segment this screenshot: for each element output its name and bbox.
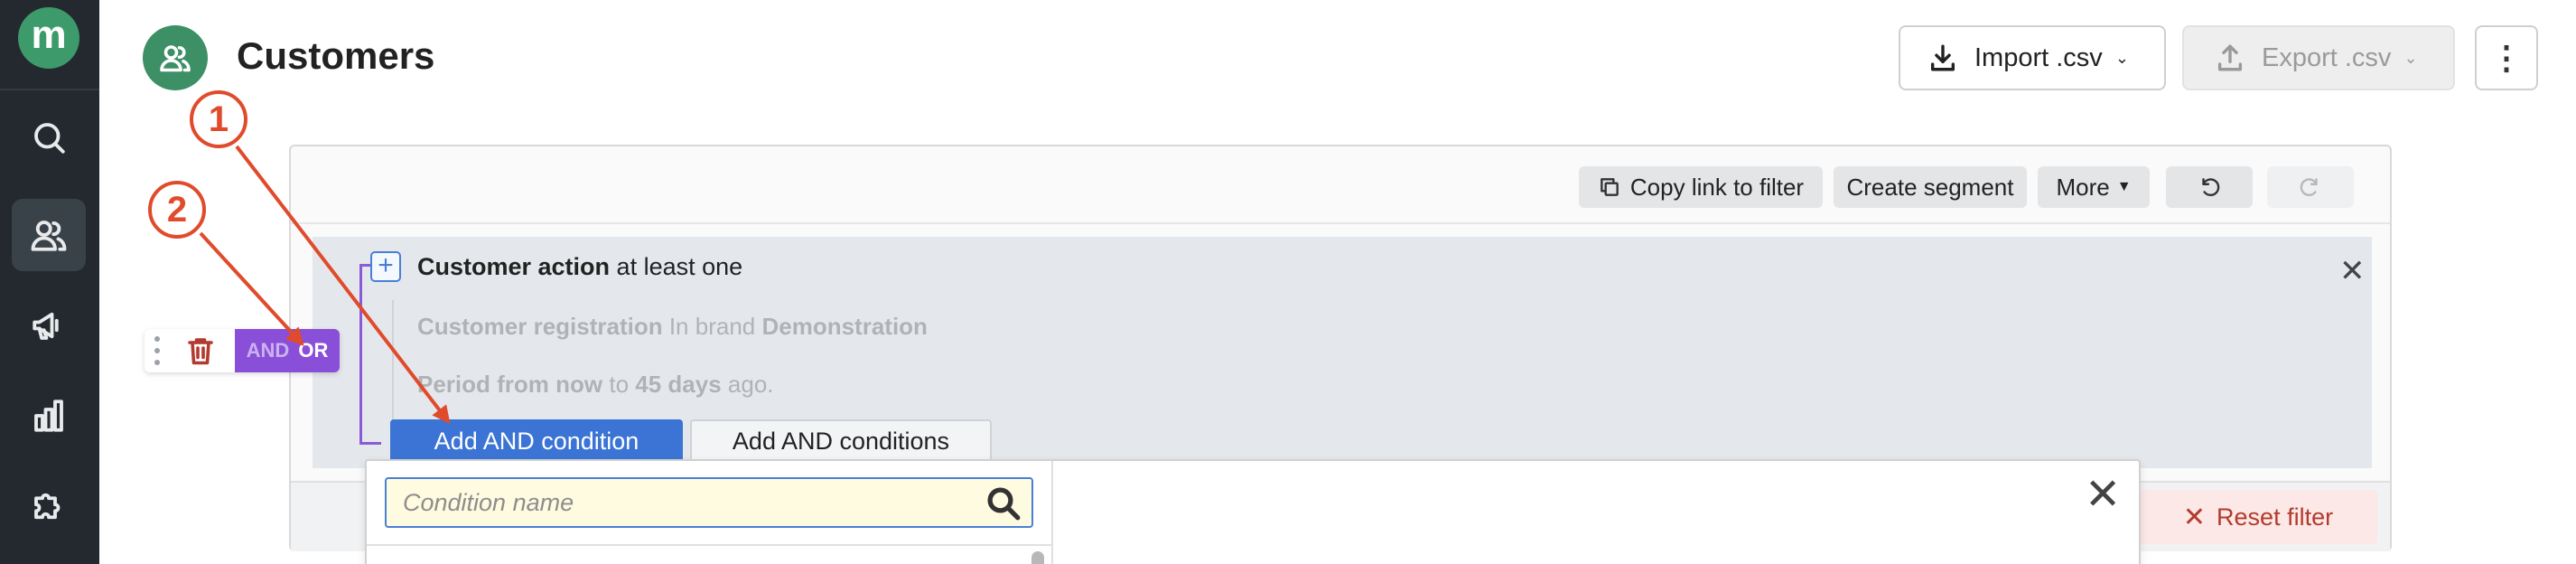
- badge-2-label: 2: [166, 189, 188, 230]
- and-option[interactable]: AND: [247, 339, 290, 362]
- undo-button[interactable]: [2166, 166, 2253, 208]
- megaphone-icon: [33, 312, 59, 340]
- event-brand-prefix: In brand: [662, 313, 762, 340]
- event-brand: Demonstration: [761, 313, 928, 340]
- copy-link-label: Copy link to filter: [1629, 173, 1805, 201]
- chevron-down-icon: ⌄: [2114, 48, 2129, 67]
- scrollbar-thumb[interactable]: [1031, 551, 1044, 564]
- chevron-down-icon: ⌄: [2403, 48, 2418, 67]
- copy-link-button[interactable]: Copy link to filter: [1579, 166, 1823, 208]
- create-segment-button[interactable]: Create segment: [1834, 166, 2027, 208]
- add-and-condition-label: Add AND condition: [434, 427, 639, 455]
- condition-group: + Customer action at least one Customer …: [313, 237, 2372, 468]
- more-label: More: [2056, 173, 2110, 201]
- condition-detail-period: Period from now to 45 days ago.: [417, 371, 774, 399]
- kebab-menu-icon: ⋮: [2490, 39, 2523, 76]
- import-csv-button[interactable]: Import .csv ⌄: [1899, 25, 2166, 90]
- add-and-condition-button[interactable]: Add AND condition: [390, 419, 683, 463]
- caret-down-icon: ▼: [2116, 179, 2132, 194]
- condition-picker-list: [367, 461, 1053, 564]
- page-title: Customers: [237, 34, 435, 77]
- annotation-badge-2: 2: [148, 181, 206, 239]
- event-name: Customer registration: [417, 313, 663, 340]
- expand-plus-icon[interactable]: +: [370, 251, 401, 282]
- import-csv-label: Import .csv: [1974, 42, 2103, 72]
- tree-line: [392, 300, 394, 437]
- close-icon: ✕: [2182, 502, 2207, 532]
- more-dropdown-button[interactable]: More ▼: [2038, 166, 2150, 208]
- reset-filter-label: Reset filter: [2217, 503, 2334, 531]
- toolbar-divider: [291, 222, 2390, 224]
- annotation-badge-1: 1: [190, 90, 247, 148]
- nav-item-campaigns[interactable]: [12, 289, 86, 362]
- period-suffix: ago.: [721, 371, 774, 398]
- nav-item-integrations[interactable]: [12, 470, 86, 542]
- users-icon: [31, 221, 67, 251]
- create-segment-label: Create segment: [1846, 173, 2014, 201]
- search-icon: [34, 123, 65, 154]
- period-to: to: [602, 371, 636, 398]
- period-value: 45 days: [635, 371, 722, 398]
- condition-search-input[interactable]: [385, 477, 1033, 528]
- copy-icon: [1601, 178, 1619, 196]
- condition-quantifier: at least one: [610, 253, 743, 280]
- period-label: Period from now: [417, 371, 603, 398]
- app-logo[interactable]: m: [18, 7, 79, 69]
- list-divider: [367, 544, 1053, 546]
- download-icon: [1930, 44, 1955, 71]
- puzzle-icon: [34, 493, 61, 520]
- users-icon: [160, 45, 191, 72]
- trash-icon[interactable]: [184, 334, 217, 367]
- and-or-toggle[interactable]: AND OR: [235, 329, 340, 372]
- nav-item-customers[interactable]: [12, 199, 86, 271]
- export-csv-button[interactable]: Export .csv ⌄: [2182, 25, 2455, 90]
- search-icon[interactable]: [985, 484, 1022, 522]
- redo-button[interactable]: [2267, 166, 2354, 208]
- reset-filter-button[interactable]: ✕ Reset filter: [2139, 490, 2377, 544]
- arrow-2: [199, 231, 304, 346]
- condition-picker-dropdown: ✕: [365, 459, 2141, 564]
- bar-chart-icon: [34, 400, 63, 432]
- drag-handle-icon[interactable]: [154, 336, 161, 365]
- logic-operator-widget: AND OR: [145, 329, 340, 372]
- logic-bracket-bottom: [359, 442, 381, 445]
- undo-icon: [2202, 178, 2220, 196]
- add-and-conditions-button[interactable]: Add AND conditions: [690, 419, 992, 463]
- app-root: m Customers Import .csv ⌄ Export .csv ⌄ …: [0, 0, 2576, 564]
- nav-divider: [0, 89, 99, 90]
- nav-item-search[interactable]: [12, 101, 86, 174]
- condition-title[interactable]: Customer action at least one: [417, 253, 742, 281]
- export-csv-label: Export .csv: [2262, 42, 2392, 72]
- logo-letter: m: [31, 13, 67, 57]
- logic-bracket: [359, 264, 362, 445]
- more-menu-button[interactable]: ⋮: [2475, 25, 2538, 90]
- add-and-conditions-label: Add AND conditions: [732, 427, 950, 455]
- left-nav: m: [0, 0, 99, 564]
- or-option[interactable]: OR: [298, 339, 328, 362]
- nav-item-analytics[interactable]: [12, 380, 86, 452]
- page-icon: [143, 25, 208, 90]
- upload-icon: [2217, 44, 2243, 71]
- badge-1-label: 1: [208, 99, 229, 139]
- close-dropdown-icon[interactable]: ✕: [2085, 474, 2121, 517]
- condition-type: Customer action: [417, 253, 611, 280]
- remove-condition-icon[interactable]: ✕: [2339, 253, 2366, 289]
- redo-icon: [2300, 178, 2318, 196]
- condition-detail-event: Customer registration In brand Demonstra…: [417, 313, 928, 341]
